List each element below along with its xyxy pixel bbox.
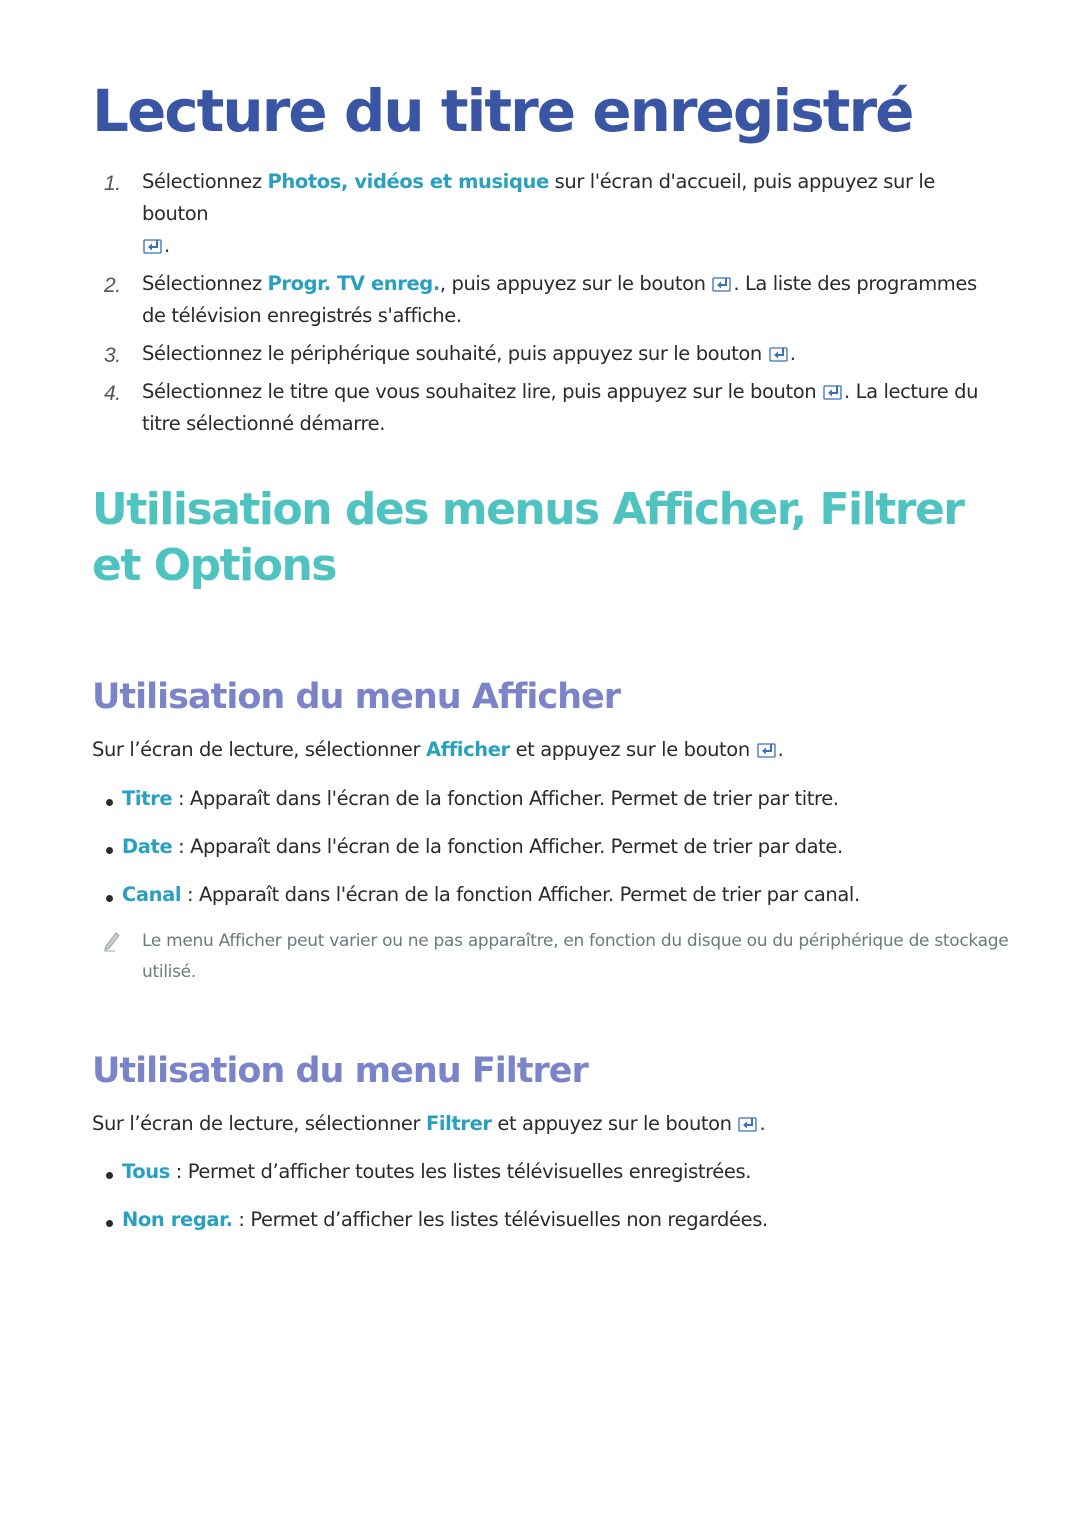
intro-text: Sur l’écran de lecture, sélectionner [92, 738, 426, 761]
step-number: 3. [104, 344, 121, 367]
enter-icon [757, 742, 777, 758]
enter-icon [143, 238, 163, 254]
note-text: Le menu Afficher peut varier ou ne pas a… [142, 931, 1009, 982]
step-item: 4. Sélectionnez le titre que vous souhai… [92, 376, 992, 440]
intro-text: Sur l’écran de lecture, sélectionner [92, 1112, 426, 1135]
list-item: Tous : Permet d’afficher toutes les list… [92, 1158, 768, 1186]
step-item: 2. Sélectionnez Progr. TV enreg., puis a… [92, 268, 992, 332]
afficher-options-list: Titre : Apparaît dans l'écran de la fonc… [92, 785, 860, 929]
note: Le menu Afficher peut varier ou ne pas a… [92, 926, 1042, 988]
step-item: 1. Sélectionnez Photos, vidéos et musiqu… [92, 166, 992, 262]
option-description: : Apparaît dans l'écran de la fonction A… [181, 883, 860, 906]
list-item: Non regar. : Permet d’afficher les liste… [92, 1206, 768, 1234]
steps-list: 1. Sélectionnez Photos, vidéos et musiqu… [92, 166, 992, 446]
enter-icon [823, 384, 843, 400]
enter-icon [769, 346, 789, 362]
option-label: Canal [122, 883, 182, 906]
list-item: Titre : Apparaît dans l'écran de la fonc… [92, 785, 860, 813]
step-text: Sélectionnez le périphérique souhaité, p… [142, 342, 768, 365]
step-text: , puis appuyez sur le bouton [439, 272, 712, 295]
menu-highlight: Photos, vidéos et musique [267, 170, 549, 193]
option-label: Non regar. [122, 1208, 233, 1231]
section-title: Utilisation des menus Afficher, Filtrer … [92, 484, 965, 591]
menu-highlight: Progr. TV enreg. [267, 272, 440, 295]
step-text: . [789, 342, 796, 365]
step-text: . [164, 234, 170, 257]
option-description: : Apparaît dans l'écran de la fonction A… [172, 787, 839, 810]
step-text: Sélectionnez [142, 272, 268, 295]
enter-icon [738, 1116, 758, 1132]
intro-text: . [759, 1112, 766, 1135]
option-description: : Permet d’afficher les listes télévisue… [232, 1208, 768, 1231]
step-number: 2. [104, 274, 121, 297]
pencil-icon [104, 932, 120, 952]
intro-text: . [777, 738, 784, 761]
filtrer-options-list: Tous : Permet d’afficher toutes les list… [92, 1158, 768, 1254]
filtrer-intro: Sur l’écran de lecture, sélectionner Fil… [92, 1110, 766, 1138]
option-label: Date [122, 835, 173, 858]
list-item: Date : Apparaît dans l'écran de la fonct… [92, 833, 860, 861]
menu-highlight: Filtrer [425, 1112, 492, 1135]
afficher-subtitle: Utilisation du menu Afficher [92, 677, 621, 717]
step-text: Sélectionnez [142, 170, 268, 193]
step-number: 4. [104, 382, 121, 405]
afficher-intro: Sur l’écran de lecture, sélectionner Aff… [92, 736, 784, 764]
option-label: Titre [122, 787, 173, 810]
option-description: : Apparaît dans l'écran de la fonction A… [172, 835, 843, 858]
intro-text: et appuyez sur le bouton [509, 738, 756, 761]
option-description: : Permet d’afficher toutes les listes té… [170, 1160, 752, 1183]
option-label: Tous [122, 1160, 170, 1183]
intro-text: et appuyez sur le bouton [491, 1112, 738, 1135]
step-item: 3. Sélectionnez le périphérique souhaité… [92, 338, 992, 370]
step-number: 1. [104, 172, 121, 195]
filtrer-subtitle: Utilisation du menu Filtrer [92, 1051, 589, 1091]
menu-highlight: Afficher [425, 738, 510, 761]
page-title: Lecture du titre enregistré [92, 77, 914, 145]
list-item: Canal : Apparaît dans l'écran de la fonc… [92, 881, 860, 909]
enter-icon [712, 276, 732, 292]
step-text: Sélectionnez le titre que vous souhaitez… [142, 380, 823, 403]
